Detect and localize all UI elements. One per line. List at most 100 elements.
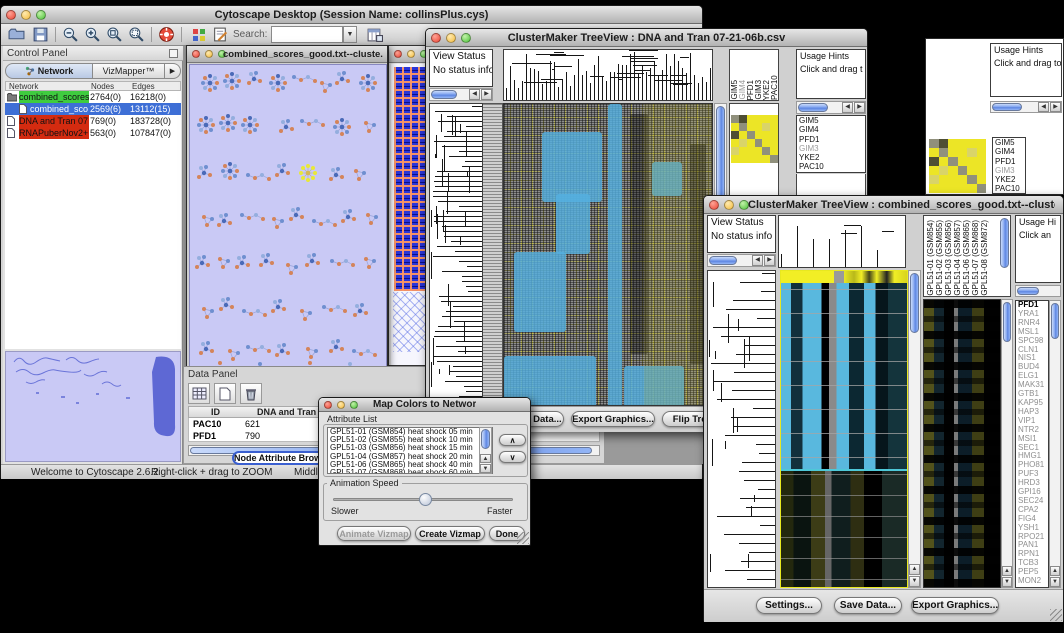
tab-network[interactable]: Network (5, 63, 93, 79)
network-row-selected[interactable]: combined_sco 2569(6) 13112(15) (5, 103, 181, 115)
hscrollbar[interactable]: ◀ ▶ (990, 101, 1062, 113)
scrollbar-thumb[interactable] (992, 103, 1022, 111)
tab-vizmapper[interactable]: VizMapper™ (93, 63, 165, 79)
expression-heatmap[interactable] (503, 103, 713, 406)
speed-slider-thumb[interactable] (419, 493, 432, 506)
gene-label[interactable]: GIM5 (797, 116, 865, 125)
scroll-right-arrow[interactable]: ▶ (764, 255, 775, 266)
gene-label[interactable]: YKE2 (797, 153, 865, 162)
help-button[interactable] (157, 25, 176, 44)
zoom-heatmap[interactable] (923, 299, 1001, 588)
tv2-hscrollbar[interactable]: ◀ ▶ (707, 254, 776, 267)
attribute-list[interactable]: GPL51-01 (GSM854) heat shock 05 minGPL51… (327, 427, 493, 474)
export-graphics-button[interactable]: Export Graphics... (571, 411, 655, 427)
scrollbar-thumb[interactable] (431, 90, 457, 99)
tv1-hscrollbar[interactable]: ◀ ▶ (429, 88, 493, 101)
zoom-fit-button[interactable] (105, 25, 124, 44)
close-button[interactable] (394, 50, 402, 58)
gene-label[interactable]: GIM3 (797, 144, 865, 153)
gene-label[interactable]: MON2 (1016, 577, 1048, 586)
scrollbar-thumb[interactable] (910, 273, 919, 333)
create-attribute-button[interactable] (214, 383, 236, 404)
scrollbar-thumb[interactable] (481, 429, 490, 449)
scroll-down-arrow[interactable]: ▼ (480, 464, 491, 473)
tv2-right-hscrollbar[interactable] (1015, 285, 1061, 297)
scrollbar-thumb[interactable] (1017, 287, 1039, 295)
close-button[interactable] (6, 10, 16, 20)
scroll-left-arrow[interactable]: ◀ (469, 89, 480, 100)
zoom-button[interactable] (36, 10, 46, 20)
zoom-out-button[interactable] (61, 25, 80, 44)
treeview1-titlebar[interactable]: ClusterMaker TreeView : DNA and Tran 07-… (426, 29, 867, 47)
zoom-heatmap-scrollbar[interactable]: ▲ ▼ (1001, 299, 1013, 588)
minimize-button[interactable] (21, 10, 31, 20)
minimize-button[interactable] (205, 50, 213, 58)
network-canvas[interactable] (189, 64, 387, 369)
column-labels-scrollthumb[interactable] (1000, 218, 1009, 268)
scrollbar-thumb[interactable] (798, 103, 828, 112)
gene-list[interactable]: PFD1YRA1RNR4MSL1SPC98CLN1NIS1BUD4ELG1MAK… (1015, 300, 1049, 588)
zoom-selected-button[interactable] (127, 25, 146, 44)
gene-list-scrollbar[interactable]: ▲ ▼ (1049, 300, 1061, 588)
create-vizmap-button[interactable]: Create Vizmap (415, 526, 485, 541)
scrollbar-thumb[interactable] (1051, 303, 1059, 339)
move-up-button[interactable]: ∧ (499, 434, 526, 446)
export-graphics-button[interactable]: Export Graphics... (911, 597, 999, 614)
main-titlebar[interactable]: Cytoscape Desktop (Session Name: collins… (1, 6, 702, 24)
scroll-right-arrow[interactable]: ▶ (854, 102, 865, 113)
attribute-item[interactable]: GPL51-07 (GSM868) heat shock 60 min (328, 469, 492, 474)
highlighted-yellow-cluster[interactable] (299, 164, 317, 182)
zoom-button[interactable] (350, 401, 358, 409)
zoom-in-button[interactable] (83, 25, 102, 44)
row-dendrogram[interactable] (429, 103, 483, 406)
close-button[interactable] (709, 200, 719, 210)
tv1-right-hscrollbar[interactable]: ◀ ▶ (796, 101, 866, 114)
network-row[interactable]: combined_scores_ 2764(0) 16218(0) (5, 91, 181, 103)
save-data-button[interactable]: Save Data... (834, 597, 902, 614)
attribute-list-scrollbar[interactable]: ▲ ▼ (479, 427, 492, 474)
minimize-button[interactable] (724, 200, 734, 210)
open-session-button[interactable] (7, 25, 26, 44)
float-panel-icon[interactable] (169, 49, 178, 58)
select-attributes-button[interactable] (188, 383, 210, 404)
vizmapper-button[interactable] (189, 25, 208, 44)
node-attribute-browser-tab[interactable]: Node Attribute Brows... (232, 451, 332, 465)
resize-grip[interactable] (517, 532, 529, 544)
search-input[interactable] (271, 26, 343, 43)
network-view-titlebar[interactable]: combined_scores_good.txt--cluste... (187, 46, 387, 63)
minimize-button[interactable] (407, 50, 415, 58)
resize-grip[interactable] (1050, 609, 1062, 621)
gene-label[interactable]: PFD1 (797, 135, 865, 144)
column-dendrogram[interactable] (778, 215, 906, 268)
scroll-down-arrow[interactable]: ▼ (1050, 577, 1060, 587)
scroll-down-arrow[interactable]: ▼ (1002, 577, 1012, 587)
minimize-button[interactable] (337, 401, 345, 409)
settings-button[interactable]: Settings... (756, 597, 822, 614)
animate-vizmap-button[interactable]: Animate Vizmap (337, 526, 411, 541)
scrollbar-thumb[interactable] (1003, 302, 1011, 342)
scroll-up-arrow[interactable]: ▲ (1050, 566, 1060, 576)
tv2-vscrollbar[interactable]: ▲ ▼ (908, 270, 921, 588)
scroll-left-arrow[interactable]: ◀ (752, 255, 763, 266)
scroll-up-arrow[interactable]: ▲ (1002, 566, 1012, 576)
network-row[interactable]: RNAPuberNov2+! 563(0) 107847(0) (5, 127, 181, 139)
attribute-browser-button[interactable] (365, 25, 384, 44)
close-button[interactable] (324, 401, 332, 409)
gene-label[interactable]: GIM4 (797, 125, 865, 134)
scroll-left-arrow[interactable]: ◀ (842, 102, 853, 113)
column-dendrogram[interactable] (503, 49, 713, 101)
annotation-button[interactable] (211, 25, 230, 44)
tab-overflow-button[interactable]: ▶ (165, 63, 181, 79)
zoom-button[interactable] (461, 33, 471, 43)
network-row[interactable]: DNA and Tran 07 769(0) 183728(0) (5, 115, 181, 127)
scroll-left-arrow[interactable]: ◀ (1038, 102, 1049, 112)
move-down-button[interactable]: ∨ (499, 451, 526, 463)
dialog-titlebar[interactable]: Map Colors to Network (319, 398, 530, 412)
delete-attribute-button[interactable] (240, 383, 262, 404)
close-button[interactable] (431, 33, 441, 43)
scroll-right-arrow[interactable]: ▶ (1050, 102, 1061, 112)
scroll-right-arrow[interactable]: ▶ (481, 89, 492, 100)
scroll-up-arrow[interactable]: ▲ (480, 454, 491, 463)
treeview2-titlebar[interactable]: ClusterMaker TreeView : combined_scores_… (704, 196, 1063, 214)
scroll-down-arrow[interactable]: ▼ (909, 576, 920, 587)
